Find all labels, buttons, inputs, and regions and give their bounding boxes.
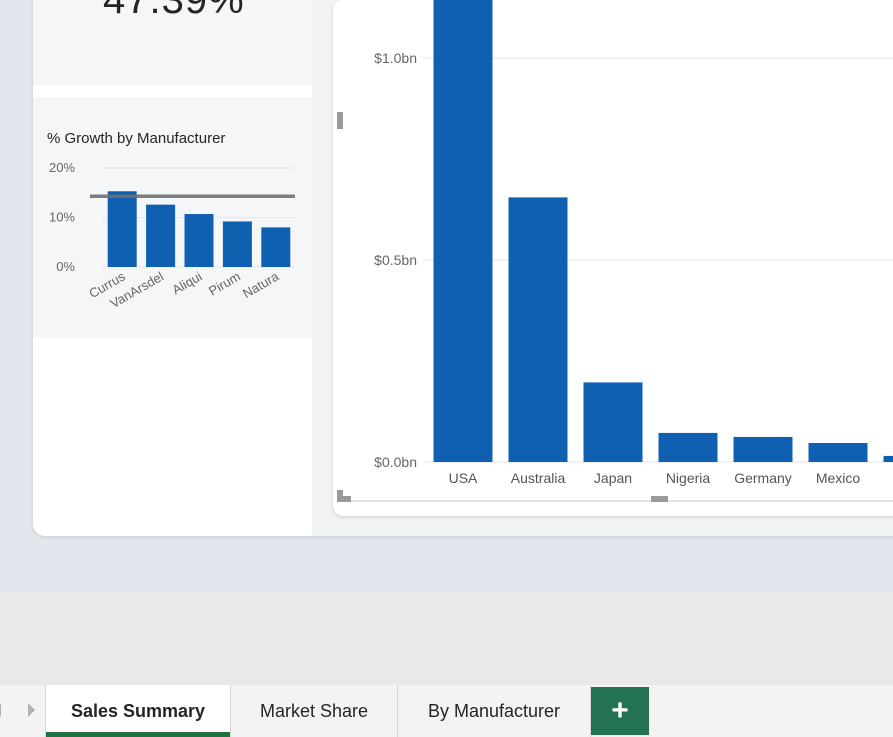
page-tab-bar: Sales Summary Market Share By Manufactur… <box>0 685 893 737</box>
growth-bar <box>261 227 291 267</box>
country-bar <box>433 0 493 462</box>
growth-bar <box>222 221 252 267</box>
resize-handle-bottom[interactable] <box>651 496 668 502</box>
resize-handle-left[interactable] <box>337 112 343 129</box>
report-canvas: 47.39% % Growth by Manufacturer 0% 10% 20%… <box>0 0 893 592</box>
y-tick-label: $1.0bn <box>374 50 417 66</box>
tab-sales-summary[interactable]: Sales Summary <box>45 685 231 737</box>
growth-bar <box>107 191 137 267</box>
country-bar <box>583 382 643 462</box>
left-column: 47.39% % Growth by Manufacturer 0% 10% 20%… <box>33 0 312 536</box>
country-sales-chart: $0.0bn $0.5bn $1.0bn USA Australia Japan Niger… <box>338 0 893 502</box>
kpi-value: 47.39% <box>103 0 245 22</box>
y-tick-label: 0% <box>56 259 75 274</box>
tab-label: Sales Summary <box>70 700 206 721</box>
tab-label: By Manufacturer <box>427 700 561 721</box>
x-tick-label: Nigeria <box>666 470 711 486</box>
country-bar <box>883 455 893 462</box>
growth-bar <box>184 214 214 267</box>
plus-icon: + <box>611 694 629 727</box>
growth-chart: 0%10%20%CurrusVanArsdel Aliqui PirumNatura <box>49 160 295 311</box>
y-tick-label: 20% <box>49 160 75 175</box>
country-bar <box>808 443 868 462</box>
x-tick-label: Natura <box>240 268 282 301</box>
tab-label: Market Share <box>259 700 369 721</box>
x-tick-label: Japan <box>594 470 632 486</box>
country-bar <box>733 436 793 462</box>
scroll-left-icon[interactable] <box>0 703 1 717</box>
x-tick-label: Aliqui <box>169 269 204 298</box>
y-tick-label: $0.0bn <box>374 454 417 470</box>
country-sales-visual[interactable]: $0.0bn $0.5bn $1.0bn USA Australia Japan Niger… <box>333 0 893 516</box>
x-tick-label: Pirum <box>206 269 243 299</box>
x-tick-label: Germany <box>734 470 792 486</box>
kpi-card[interactable]: 47.39% <box>33 0 312 85</box>
x-tick-label: USA <box>449 470 478 486</box>
growth-bar <box>146 204 176 267</box>
add-page-button[interactable]: + <box>591 687 649 735</box>
x-tick-label: Australia <box>511 470 566 486</box>
growth-chart-card[interactable]: % Growth by Manufacturer 0% 10% 20% Currus V… <box>33 97 312 338</box>
country-bar <box>508 197 568 462</box>
workspace-background <box>0 592 893 685</box>
country-bar <box>658 432 718 462</box>
resize-handle-corner-b[interactable] <box>337 496 351 502</box>
tab-by-manufacturer[interactable]: By Manufacturer <box>398 685 591 737</box>
tab-market-share[interactable]: Market Share <box>231 685 398 737</box>
x-tick-label: Mexico <box>816 470 861 486</box>
scroll-right-icon[interactable] <box>28 703 35 717</box>
y-tick-label: 10% <box>49 210 75 225</box>
y-tick-label: $0.5bn <box>374 252 417 268</box>
